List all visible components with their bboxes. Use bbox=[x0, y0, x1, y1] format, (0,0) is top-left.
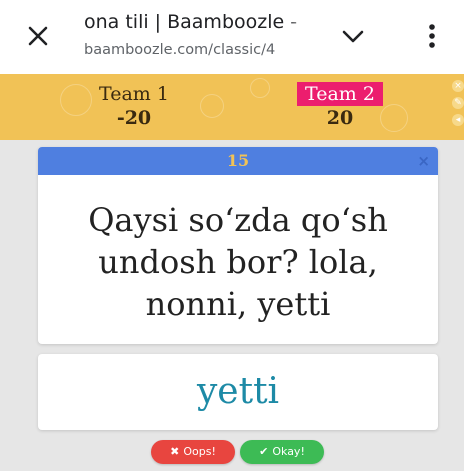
card-header: 15 × bbox=[38, 147, 438, 175]
edit-icon[interactable]: ✎ bbox=[452, 97, 464, 109]
team-score: -20 bbox=[116, 107, 152, 129]
page-info[interactable]: ona tili | Baamboozle - baamboozle.com/c… bbox=[84, 10, 312, 61]
cross-icon: ✖ bbox=[170, 445, 180, 458]
team-2-panel[interactable]: Team 2 20 bbox=[288, 82, 392, 130]
team-score: 20 bbox=[326, 107, 354, 129]
question-text: Qaysi so‘zda qo‘sh undosh bor? lola, non… bbox=[88, 201, 388, 323]
chevron-down-icon[interactable] bbox=[340, 26, 366, 46]
decor-circle bbox=[200, 94, 224, 118]
answer-card: yetti bbox=[38, 354, 438, 430]
team-name: Team 2 bbox=[297, 82, 383, 106]
team-1-panel[interactable]: Team 1 -20 bbox=[88, 82, 180, 130]
scoreboard: Team 1 -20 Team 2 20 × ✎ ◂ bbox=[0, 74, 464, 140]
sound-icon[interactable]: ◂ bbox=[452, 114, 464, 126]
close-icon[interactable]: × bbox=[417, 153, 430, 169]
oops-label: Oops! bbox=[183, 445, 216, 458]
close-icon[interactable]: × bbox=[452, 80, 464, 92]
okay-button[interactable]: ✔ Okay! bbox=[240, 440, 324, 464]
more-vert-icon[interactable] bbox=[420, 22, 444, 50]
check-icon: ✔ bbox=[259, 445, 269, 458]
page-url: baamboozle.com/classic/4 bbox=[84, 42, 276, 58]
page-title: ona tili | Baamboozle - bbox=[84, 11, 298, 33]
answer-text: yetti bbox=[196, 371, 280, 412]
browser-toolbar: ona tili | Baamboozle - baamboozle.com/c… bbox=[0, 0, 464, 74]
team-name: Team 1 bbox=[99, 83, 169, 105]
oops-button[interactable]: ✖ Oops! bbox=[151, 440, 235, 464]
point-value: 15 bbox=[226, 151, 250, 170]
okay-label: Okay! bbox=[272, 445, 305, 458]
close-icon[interactable] bbox=[26, 24, 50, 48]
question-card: 15 × Qaysi so‘zda qo‘sh undosh bor? lola… bbox=[38, 147, 438, 344]
side-controls: × ✎ ◂ bbox=[452, 80, 464, 131]
decor-circle bbox=[250, 78, 270, 98]
